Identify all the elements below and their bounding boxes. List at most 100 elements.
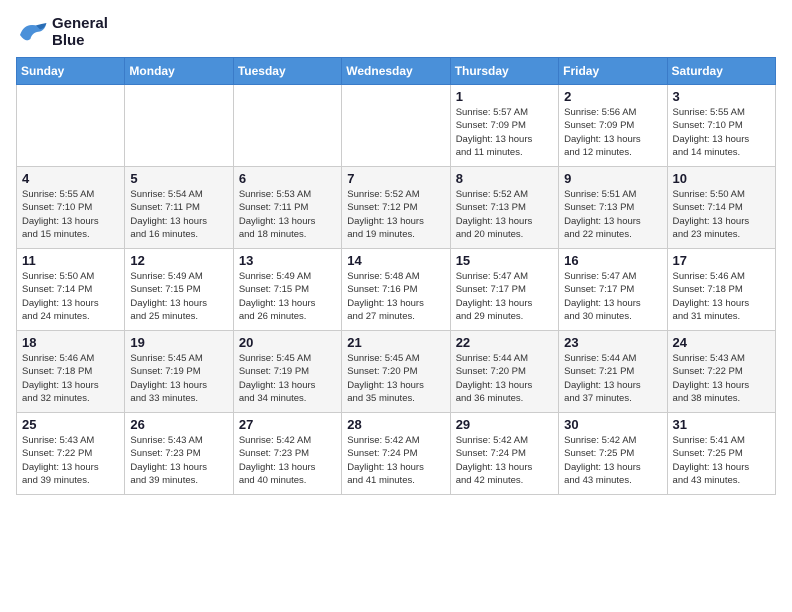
day-info: Sunrise: 5:43 AM Sunset: 7:22 PM Dayligh… [22,434,119,487]
calendar-day-cell: 9 Sunrise: 5:51 AM Sunset: 7:13 PM Daylig… [559,167,667,249]
day-info: Sunrise: 5:50 AM Sunset: 7:14 PM Dayligh… [673,188,770,241]
calendar-day-cell: 11 Sunrise: 5:50 AM Sunset: 7:14 PM Dayli… [17,249,125,331]
calendar-table: SundayMondayTuesdayWednesdayThursdayFrid… [16,57,776,495]
day-of-week-header: Sunday [17,58,125,85]
calendar-day-cell: 7 Sunrise: 5:52 AM Sunset: 7:12 PM Daylig… [342,167,450,249]
day-of-week-header: Friday [559,58,667,85]
calendar-day-cell [233,85,341,167]
calendar-day-cell: 24 Sunrise: 5:43 AM Sunset: 7:22 PM Dayli… [667,331,775,413]
day-info: Sunrise: 5:52 AM Sunset: 7:12 PM Dayligh… [347,188,444,241]
day-info: Sunrise: 5:44 AM Sunset: 7:21 PM Dayligh… [564,352,661,405]
day-number: 24 [673,335,770,350]
day-number: 21 [347,335,444,350]
day-number: 4 [22,171,119,186]
calendar-day-cell: 18Sunrise: 5:46 AM Sunset: 7:18 PM Dayli… [17,331,125,413]
calendar-day-cell: 14 Sunrise: 5:48 AM Sunset: 7:16 PM Dayli… [342,249,450,331]
calendar-day-cell: 8 Sunrise: 5:52 AM Sunset: 7:13 PM Daylig… [450,167,558,249]
day-number: 11 [22,253,119,268]
day-number: 1 [456,89,553,104]
day-info: Sunrise: 5:51 AM Sunset: 7:13 PM Dayligh… [564,188,661,241]
calendar-week-row: 4 Sunrise: 5:55 AM Sunset: 7:10 PM Daylig… [17,167,776,249]
calendar-day-cell: 26 Sunrise: 5:43 AM Sunset: 7:23 PM Dayli… [125,413,233,495]
calendar-day-cell: 30 Sunrise: 5:42 AM Sunset: 7:25 PM Dayli… [559,413,667,495]
day-info: Sunrise: 5:50 AM Sunset: 7:14 PM Dayligh… [22,270,119,323]
calendar-day-cell: 6 Sunrise: 5:53 AM Sunset: 7:11 PM Daylig… [233,167,341,249]
day-info: Sunrise: 5:53 AM Sunset: 7:11 PM Dayligh… [239,188,336,241]
calendar-day-cell: 23 Sunrise: 5:44 AM Sunset: 7:21 PM Dayli… [559,331,667,413]
day-number: 9 [564,171,661,186]
day-info: Sunrise: 5:45 AM Sunset: 7:19 PM Dayligh… [130,352,227,405]
day-info: Sunrise: 5:42 AM Sunset: 7:23 PM Dayligh… [239,434,336,487]
day-number: 31 [673,417,770,432]
calendar-day-cell [342,85,450,167]
day-info: Sunrise: 5:57 AM Sunset: 7:09 PM Dayligh… [456,106,553,159]
calendar-week-row: 1 Sunrise: 5:57 AM Sunset: 7:09 PM Daylig… [17,85,776,167]
day-number: 12 [130,253,227,268]
day-of-week-header: Wednesday [342,58,450,85]
day-info: Sunrise: 5:43 AM Sunset: 7:22 PM Dayligh… [673,352,770,405]
calendar-day-cell: 13 Sunrise: 5:49 AM Sunset: 7:15 PM Dayli… [233,249,341,331]
day-number: 13 [239,253,336,268]
calendar-day-cell: 2 Sunrise: 5:56 AM Sunset: 7:09 PM Daylig… [559,85,667,167]
calendar-day-cell: 22 Sunrise: 5:44 AM Sunset: 7:20 PM Dayli… [450,331,558,413]
day-of-week-header: Tuesday [233,58,341,85]
day-number: 17 [673,253,770,268]
day-info: Sunrise: 5:47 AM Sunset: 7:17 PM Dayligh… [456,270,553,323]
day-number: 26 [130,417,227,432]
calendar-day-cell: 12 Sunrise: 5:49 AM Sunset: 7:15 PM Dayli… [125,249,233,331]
calendar-day-cell: 1 Sunrise: 5:57 AM Sunset: 7:09 PM Daylig… [450,85,558,167]
day-info: Sunrise: 5:54 AM Sunset: 7:11 PM Dayligh… [130,188,227,241]
day-info: Sunrise: 5:41 AM Sunset: 7:25 PM Dayligh… [673,434,770,487]
calendar-day-cell: 3 Sunrise: 5:55 AM Sunset: 7:10 PM Daylig… [667,85,775,167]
day-info: Sunrise: 5:43 AM Sunset: 7:23 PM Dayligh… [130,434,227,487]
day-number: 25 [22,417,119,432]
day-info: Sunrise: 5:55 AM Sunset: 7:10 PM Dayligh… [673,106,770,159]
calendar-day-cell: 10Sunrise: 5:50 AM Sunset: 7:14 PM Dayli… [667,167,775,249]
day-number: 23 [564,335,661,350]
day-number: 3 [673,89,770,104]
day-info: Sunrise: 5:52 AM Sunset: 7:13 PM Dayligh… [456,188,553,241]
day-info: Sunrise: 5:56 AM Sunset: 7:09 PM Dayligh… [564,106,661,159]
day-info: Sunrise: 5:42 AM Sunset: 7:25 PM Dayligh… [564,434,661,487]
day-number: 20 [239,335,336,350]
day-info: Sunrise: 5:45 AM Sunset: 7:19 PM Dayligh… [239,352,336,405]
day-number: 6 [239,171,336,186]
day-number: 16 [564,253,661,268]
day-number: 14 [347,253,444,268]
day-info: Sunrise: 5:46 AM Sunset: 7:18 PM Dayligh… [673,270,770,323]
day-of-week-header: Monday [125,58,233,85]
day-number: 29 [456,417,553,432]
day-number: 22 [456,335,553,350]
calendar-day-cell: 28Sunrise: 5:42 AM Sunset: 7:24 PM Dayli… [342,413,450,495]
page-header: General Blue [16,16,776,49]
logo-text: General Blue [52,16,108,49]
day-of-week-header: Saturday [667,58,775,85]
logo: General Blue [16,16,108,49]
day-info: Sunrise: 5:49 AM Sunset: 7:15 PM Dayligh… [130,270,227,323]
calendar-day-cell: 19Sunrise: 5:45 AM Sunset: 7:19 PM Dayli… [125,331,233,413]
day-number: 2 [564,89,661,104]
day-number: 28 [347,417,444,432]
day-info: Sunrise: 5:44 AM Sunset: 7:20 PM Dayligh… [456,352,553,405]
calendar-day-cell: 4 Sunrise: 5:55 AM Sunset: 7:10 PM Daylig… [17,167,125,249]
logo-bird-icon [16,19,48,47]
calendar-header-row: SundayMondayTuesdayWednesdayThursdayFrid… [17,58,776,85]
day-number: 27 [239,417,336,432]
day-info: Sunrise: 5:48 AM Sunset: 7:16 PM Dayligh… [347,270,444,323]
day-info: Sunrise: 5:49 AM Sunset: 7:15 PM Dayligh… [239,270,336,323]
day-info: Sunrise: 5:46 AM Sunset: 7:18 PM Dayligh… [22,352,119,405]
day-info: Sunrise: 5:42 AM Sunset: 7:24 PM Dayligh… [456,434,553,487]
calendar-day-cell [125,85,233,167]
calendar-day-cell: 31 Sunrise: 5:41 AM Sunset: 7:25 PM Dayli… [667,413,775,495]
calendar-week-row: 11 Sunrise: 5:50 AM Sunset: 7:14 PM Dayli… [17,249,776,331]
day-number: 8 [456,171,553,186]
day-number: 15 [456,253,553,268]
day-info: Sunrise: 5:55 AM Sunset: 7:10 PM Dayligh… [22,188,119,241]
day-number: 5 [130,171,227,186]
day-number: 7 [347,171,444,186]
day-info: Sunrise: 5:45 AM Sunset: 7:20 PM Dayligh… [347,352,444,405]
day-number: 30 [564,417,661,432]
calendar-day-cell: 21 Sunrise: 5:45 AM Sunset: 7:20 PM Dayli… [342,331,450,413]
calendar-day-cell [17,85,125,167]
calendar-week-row: 25 Sunrise: 5:43 AM Sunset: 7:22 PM Dayli… [17,413,776,495]
